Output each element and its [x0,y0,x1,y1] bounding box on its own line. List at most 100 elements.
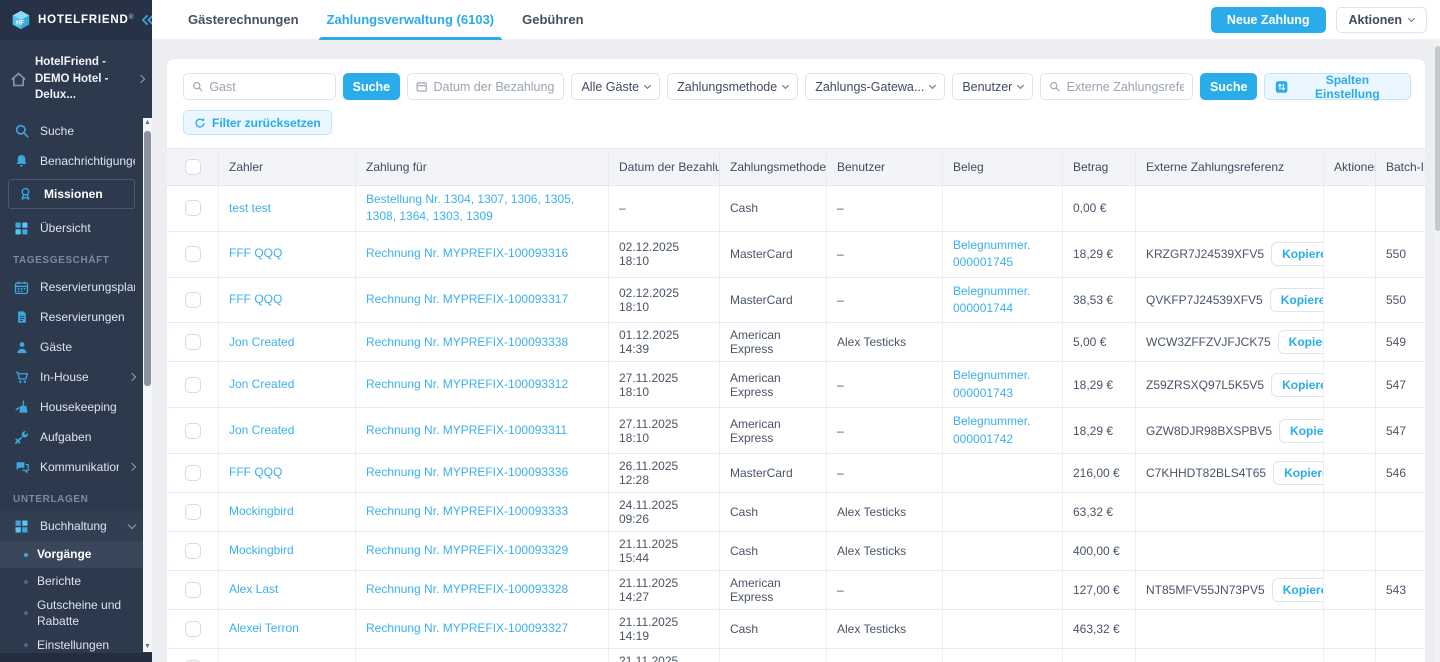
payer-link[interactable]: test test [229,200,271,217]
payer-link[interactable]: Jon Created [229,422,294,439]
actions-menu-button[interactable]: Aktionen [1335,6,1427,33]
row-checkbox[interactable] [184,246,201,263]
payer-link[interactable]: FFF QQQ [229,291,282,308]
guest-search-input[interactable] [209,79,327,94]
table-row: FFF QQQ Rechnung Nr. MYPREFIX-100093317 02… [167,277,1425,324]
copy-button[interactable]: Kopieren [1271,577,1323,602]
chevron-down-icon [127,520,137,529]
sidebar-item-gutscheine-und-rabatte[interactable]: Gutscheine und Rabatte [0,595,143,631]
cell-benutzer: Alex Testicks [827,609,943,648]
payment-method-select[interactable]: Zahlungsmethode [667,73,799,100]
payment-for-link[interactable]: Rechnung Nr. MYPREFIX-100093317 [366,291,568,308]
cell-benutzer: Alex Testicks [827,531,943,570]
select-all-checkbox[interactable] [184,159,201,175]
payment-for-link[interactable]: Rechnung Nr. MYPREFIX-100093311 [366,422,567,439]
cell-zahlung-fuer: Rechnung Nr. MYPREFIX-100093336 [356,453,609,492]
payer-link[interactable]: Alexei Terron [229,620,299,637]
sidebar-item-reservierungen[interactable]: Reservierungen [0,302,143,332]
scroll-up-icon[interactable]: ▲ [144,118,151,128]
payment-for-link[interactable]: Rechnung Nr. MYPREFIX-100093312 [366,376,568,393]
payment-date-input[interactable] [433,79,556,94]
row-checkbox[interactable] [184,503,201,520]
receipt-link[interactable]: Belegnummer. 000001743 [953,367,1030,402]
payer-link[interactable]: Mockingbird [229,542,294,559]
row-checkbox[interactable] [184,542,201,559]
payment-date-field[interactable] [407,73,565,100]
sidebar-scrollbar[interactable]: ▲ ▼ [143,118,152,652]
cell-betrag: 5,00 € [1063,323,1136,362]
payment-for-link[interactable]: Rechnung Nr. MYPREFIX-100093328 [366,581,568,598]
payer-link[interactable]: Mockingbird [229,503,294,520]
payer-link[interactable]: Alex Last [229,581,278,598]
sidebar-item-buchhaltung[interactable]: Buchhaltung [0,511,143,542]
sidebar-item-in-house[interactable]: In-House [0,362,143,392]
all-guests-select[interactable]: Alle Gäste [571,73,661,100]
sidebar-item-vorgaenge[interactable]: Vorgänge [0,541,143,569]
payment-for-link[interactable]: Bestellung Nr. 1304, 1307, 1306, 1305, 1… [366,191,598,226]
sidebar-item-reservierungsplan[interactable]: Reservierungsplan [0,272,143,302]
tab-gebuehren[interactable]: Gebühren [508,0,597,40]
row-checkbox[interactable] [184,422,201,439]
new-payment-button[interactable]: Neue Zahlung [1210,6,1326,33]
copy-button[interactable]: Kopieren [1279,418,1323,443]
sidebar-item-kommunikation[interactable]: Kommunikation [0,452,143,482]
payment-gateway-select[interactable]: Zahlungs-Gatewa... [805,73,946,100]
row-checkbox[interactable] [184,334,201,351]
payment-for-link[interactable]: Rechnung Nr. MYPREFIX-100093338 [366,334,568,351]
payment-for-link[interactable]: Rechnung Nr. MYPREFIX-100093333 [366,503,568,520]
external-ref-input[interactable] [1066,79,1184,94]
sidebar-item-missionen[interactable]: Missionen [8,179,135,210]
sidebar-item-suche[interactable]: Suche [0,116,143,146]
row-checkbox[interactable] [184,376,201,393]
row-checkbox[interactable] [184,200,201,217]
guest-search-field[interactable] [183,73,336,100]
table-row: Mockingbird Rechnung Nr. MYPREFIX-1000933… [167,531,1425,571]
copy-button[interactable]: Kopieren [1269,287,1323,312]
copy-button[interactable]: Kopieren [1277,330,1323,355]
search-button[interactable]: Suche [342,73,401,100]
sidebar-item-housekeeping[interactable]: Housekeeping [0,392,143,422]
reset-filters-button[interactable]: Filter zurücksetzen [183,110,332,135]
column-settings-button[interactable]: Spalten Einstellung [1264,73,1411,101]
hotel-selector[interactable]: HotelFriend - DEMO Hotel - Delux... [0,40,152,116]
copy-button[interactable]: Kopieren [1273,460,1323,485]
cell-zahler: test test [219,186,356,231]
page-scrollbar[interactable] [1434,40,1440,662]
tab-gaesterechnungen[interactable]: Gästerechnungen [174,0,313,40]
row-checkbox[interactable] [184,620,201,637]
row-checkbox[interactable] [184,464,201,481]
sidebar-item-uebersicht[interactable]: Übersicht [0,213,143,243]
external-ref-value: QVKFP7J24539XFV5 [1146,292,1263,307]
payer-link[interactable]: Jon Created [229,376,294,393]
receipt-link[interactable]: Belegnummer. 000001744 [953,283,1030,318]
row-checkbox[interactable] [184,581,201,598]
page-scroll-thumb[interactable] [1435,46,1440,231]
chevron-right-icon [127,372,137,382]
payment-for-link[interactable]: Rechnung Nr. MYPREFIX-100093336 [366,464,568,481]
tab-zahlungsverwaltung[interactable]: Zahlungsverwaltung (6103) [313,0,509,40]
payment-for-link[interactable]: Rechnung Nr. MYPREFIX-100093329 [366,542,568,559]
payer-link[interactable]: FFF QQQ [229,464,282,481]
receipt-link[interactable]: Belegnummer. 000001742 [953,413,1030,448]
payer-link[interactable]: Jon Created [229,334,294,351]
receipt-link[interactable]: Belegnummer. 000001745 [953,237,1030,272]
col-zahlungsmethode[interactable]: Zahlungsmethode [720,149,827,185]
payer-link[interactable]: FFF QQQ [229,245,282,262]
col-datum-der-bezahlung[interactable]: Datum der Bezahlung [609,149,720,185]
row-checkbox[interactable] [184,291,201,308]
sidebar-scroll-thumb[interactable] [144,131,151,386]
user-select[interactable]: Benutzer [952,73,1034,100]
document-icon [13,309,30,325]
search-button-2[interactable]: Suche [1199,73,1258,100]
sidebar-item-benachrichtigungen[interactable]: Benachrichtigungen [0,146,143,176]
scroll-down-icon[interactable]: ▼ [144,642,151,652]
copy-button[interactable]: Kopieren [1271,372,1323,397]
payment-for-link[interactable]: Rechnung Nr. MYPREFIX-100093327 [366,620,568,637]
copy-button[interactable]: Kopieren [1271,242,1323,267]
sidebar-item-aufgaben[interactable]: Aufgaben [0,422,143,452]
sidebar-item-gaeste[interactable]: Gäste [0,332,143,362]
payment-for-link[interactable]: Rechnung Nr. MYPREFIX-100093316 [366,245,568,262]
external-ref-field[interactable] [1040,73,1193,100]
sidebar-item-berichte[interactable]: Berichte [0,568,143,595]
sidebar-item-label: Benachrichtigungen [40,154,135,169]
